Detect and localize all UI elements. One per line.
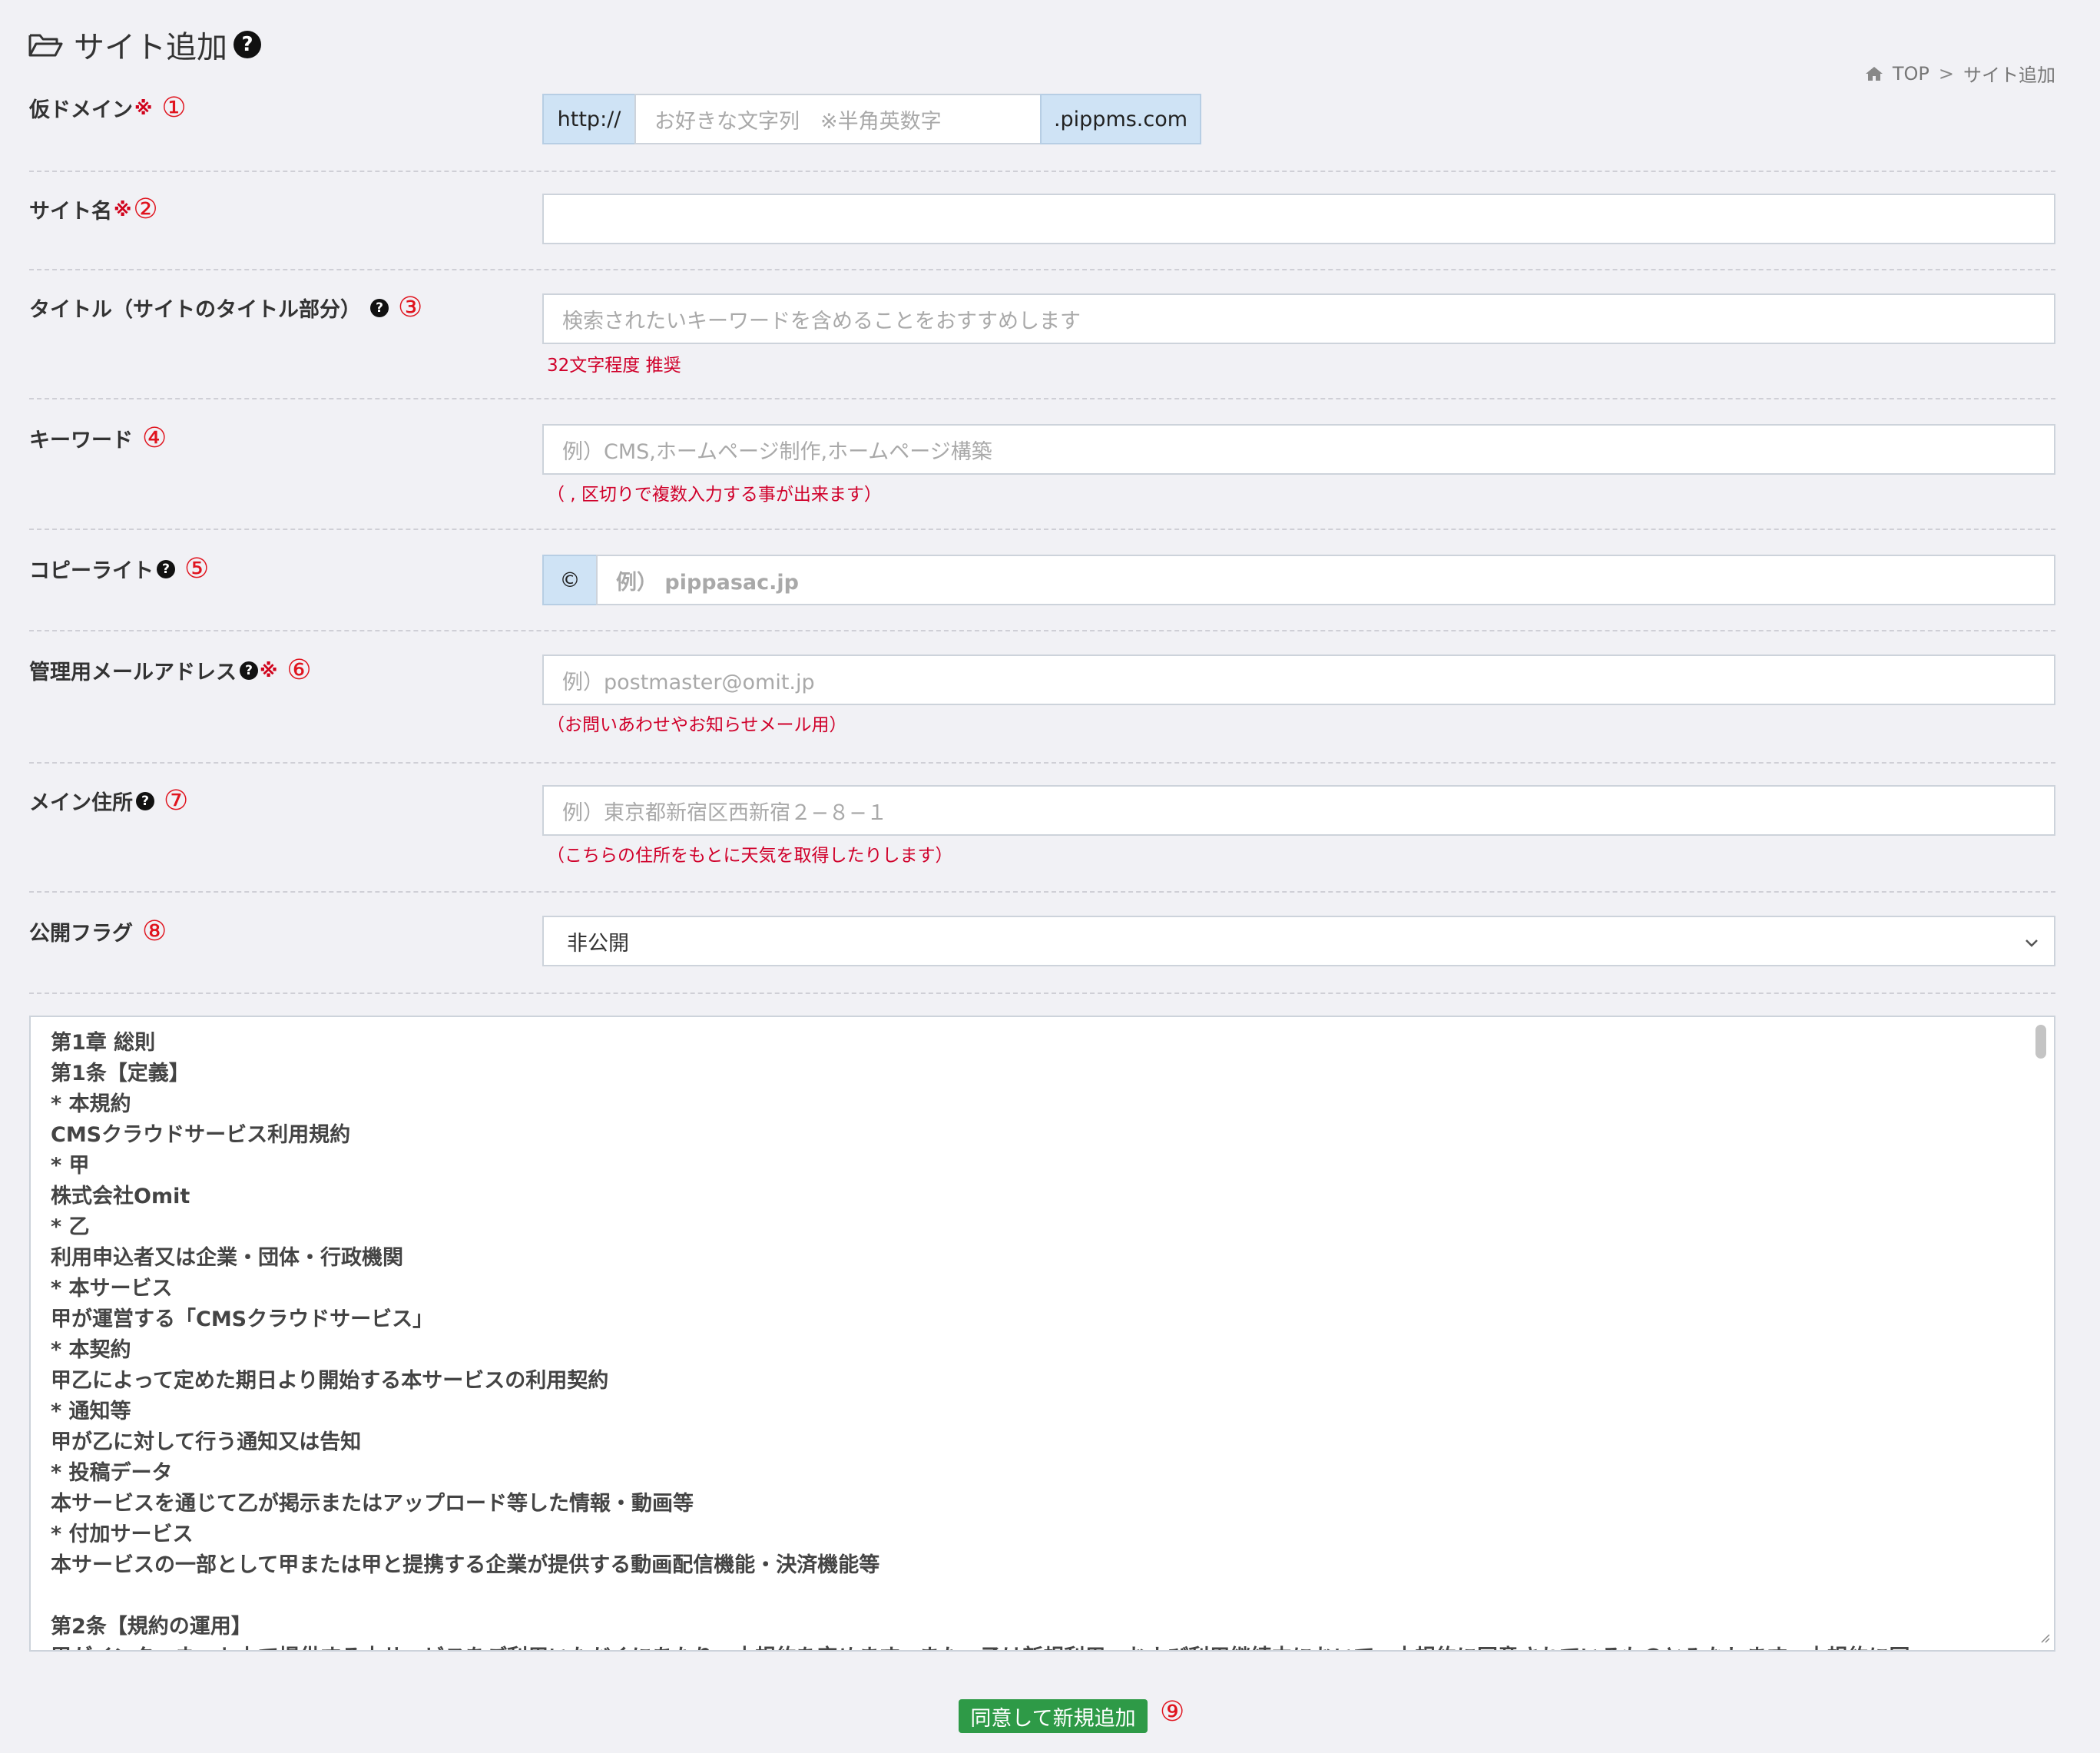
step-number: ⑧: [142, 916, 167, 947]
divider: [29, 992, 2055, 994]
address-input[interactable]: 例）東京都新宿区西新宿２−８−１: [542, 785, 2055, 836]
address-note: （こちらの住所をもとに天気を取得したりします）: [547, 846, 953, 866]
domain-label: 仮ドメイン ※ ①: [29, 92, 187, 124]
help-icon[interactable]: ?: [370, 298, 389, 317]
keywords-input[interactable]: 例）CMS,ホームページ制作,ホームページ構築: [542, 424, 2055, 475]
resize-handle-icon[interactable]: [2039, 1632, 2051, 1647]
domain-suffix: .pippms.com: [1040, 94, 1201, 144]
breadcrumb-separator: >: [1938, 62, 1954, 85]
breadcrumb-home[interactable]: TOP: [1893, 63, 1929, 85]
divider: [29, 171, 2055, 172]
terms-text: 第1章 総則 第1条【定義】 * 本規約 CMSクラウドサービス利用規約 * 甲…: [51, 1031, 1910, 1650]
required-mark: ※: [134, 97, 153, 119]
step-number: ⑨: [1160, 1696, 1185, 1728]
divider: [29, 630, 2055, 631]
help-icon[interactable]: ?: [240, 661, 258, 680]
agree-submit-button[interactable]: 同意して新規追加: [959, 1699, 1148, 1733]
chevron-down-icon: [2023, 933, 2040, 956]
title-label: タイトル（サイトのタイトル部分） ? ③: [29, 292, 423, 323]
breadcrumb-current: サイト追加: [1963, 65, 2055, 86]
breadcrumb: TOP > サイト追加: [1865, 60, 2055, 87]
copyright-input[interactable]: 例） pippasac.jp: [596, 555, 2055, 605]
admin-email-input[interactable]: 例）postmaster@omit.jp: [542, 654, 2055, 705]
folder-open-icon: [28, 31, 63, 58]
publish-flag-select[interactable]: 非公開: [542, 916, 2055, 966]
divider: [29, 762, 2055, 764]
terms-scrollbar[interactable]: [2035, 1025, 2046, 1059]
address-label: メイン住所 ? ⑦: [29, 785, 189, 817]
site-name-label: サイト名 ※ ②: [29, 194, 158, 225]
help-icon[interactable]: ?: [136, 791, 154, 810]
publish-flag-selected: 非公開: [567, 931, 629, 956]
divider: [29, 529, 2055, 530]
step-number: ③: [398, 292, 423, 323]
admin-email-note: （お問いあわせやお知らせメール用）: [547, 715, 847, 735]
step-number: ①: [161, 92, 187, 124]
copyright-prefix: ©: [542, 555, 598, 605]
divider: [29, 269, 2055, 270]
step-number: ⑥: [287, 654, 312, 686]
divider: [29, 891, 2055, 893]
divider: [29, 398, 2055, 399]
terms-textarea[interactable]: 第1章 総則 第1条【定義】 * 本規約 CMSクラウドサービス利用規約 * 甲…: [29, 1016, 2055, 1652]
help-icon[interactable]: ?: [157, 559, 175, 578]
home-icon: [1865, 66, 1883, 81]
required-mark: ※: [260, 659, 278, 681]
step-number: ②: [133, 194, 158, 225]
admin-email-label: 管理用メールアドレス ? ※ ⑥: [29, 654, 312, 686]
keywords-label: キーワード ④: [29, 423, 167, 454]
domain-prefix: http://: [542, 94, 636, 144]
page-title: サイト追加 ?: [28, 22, 261, 68]
help-icon[interactable]: ?: [234, 31, 261, 58]
step-number: ④: [142, 423, 167, 454]
page-title-text: サイト追加: [74, 30, 227, 65]
keywords-note: （ , 区切りで複数入力する事が出来ます）: [547, 485, 882, 505]
copyright-label: コピーライト ? ⑤: [29, 553, 210, 585]
title-input[interactable]: 検索されたいキーワードを含めることをおすすめします: [542, 293, 2055, 344]
site-name-input[interactable]: [542, 194, 2055, 244]
step-number: ⑦: [164, 785, 189, 817]
title-note: 32文字程度 推奨: [547, 356, 681, 376]
step-number: ⑤: [184, 553, 210, 585]
domain-input[interactable]: お好きな文字列 ※半角英数字: [634, 94, 1042, 144]
publish-flag-label: 公開フラグ ⑧: [29, 916, 167, 947]
required-mark: ※: [114, 198, 132, 220]
